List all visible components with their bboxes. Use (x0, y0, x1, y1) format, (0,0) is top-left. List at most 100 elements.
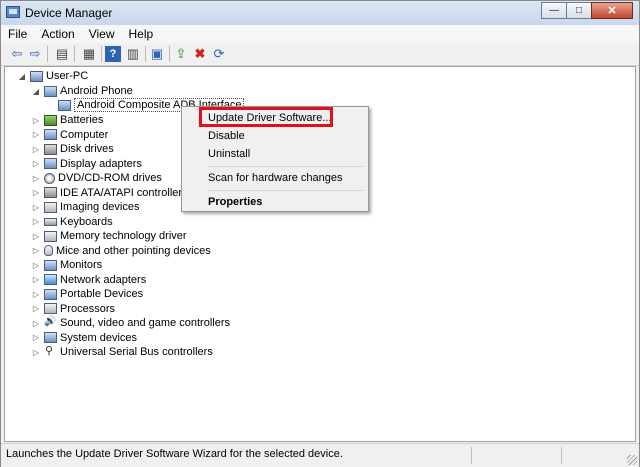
maximize-button[interactable]: □ (566, 2, 592, 19)
tree-node-category[interactable]: ▷ Batteries (31, 113, 104, 127)
tree-node-category[interactable]: ▷ Sound, video and game controllers (31, 316, 230, 330)
tree-label: System devices (60, 331, 138, 344)
menu-disable[interactable]: Disable (208, 130, 245, 142)
expand-icon[interactable]: ▷ (31, 188, 41, 197)
sound-icon (44, 316, 57, 329)
collapse-icon[interactable]: ◢ (31, 87, 41, 96)
tree-label: Display adapters (60, 157, 142, 170)
keyboard-icon (44, 217, 57, 226)
tree-label: Processors (60, 302, 116, 315)
tree-node-category[interactable]: ▷ Network adapters (31, 273, 146, 287)
menu-scan-hardware-changes[interactable]: Scan for hardware changes (208, 172, 343, 184)
expand-icon[interactable]: ▷ (31, 333, 41, 342)
tree-label: IDE ATA/ATAPI controllers (60, 186, 188, 199)
tree-node-category[interactable]: ▷ Mice and other pointing devices (31, 244, 211, 258)
toolbar-separator (169, 46, 170, 62)
tree-label: DVD/CD-ROM drives (58, 172, 162, 184)
tree-node-category[interactable]: ▷ Universal Serial Bus controllers (31, 344, 213, 359)
tree-node-category[interactable]: ▷ Processors (31, 302, 115, 316)
expand-icon[interactable]: ▷ (31, 290, 41, 299)
pc-icon (44, 158, 57, 169)
status-divider (561, 447, 562, 464)
status-text: Launches the Update Driver Software Wiza… (6, 448, 343, 460)
toolbar-separator (74, 46, 75, 62)
expand-icon[interactable]: ▷ (31, 275, 41, 284)
expand-icon[interactable]: ▷ (31, 348, 41, 357)
tree-label: Monitors (60, 259, 103, 271)
menu-separator (208, 166, 364, 167)
expand-icon[interactable]: ▷ (31, 246, 41, 255)
pc-icon (44, 288, 57, 300)
expand-icon[interactable]: ▷ (31, 159, 41, 168)
expand-icon[interactable]: ▷ (31, 232, 41, 241)
tree-node-category[interactable]: ▷ Disk drives (31, 142, 114, 156)
tree-node-category[interactable]: ▷ Computer (31, 128, 108, 142)
forward-icon[interactable]: ⇨ (27, 46, 43, 62)
update-driver-icon[interactable]: ⇪ (173, 46, 189, 62)
computer-icon[interactable]: ▣ (149, 46, 165, 62)
tree-label: Network adapters (60, 273, 147, 286)
tree-label: User-PC (46, 70, 89, 82)
tree-node-category[interactable]: ▷ Keyboards (31, 215, 113, 229)
tree-label: Memory technology driver (60, 230, 187, 242)
help-icon[interactable]: ? (105, 46, 121, 62)
tree-label: Batteries (60, 114, 104, 126)
title-bar[interactable]: Device Manager — □ ✕ (1, 1, 639, 25)
tree-node-category[interactable]: ▷ Display adapters (31, 157, 142, 171)
menu-view[interactable]: View (82, 27, 122, 41)
android-phone-icon (44, 85, 57, 97)
expand-icon[interactable]: ▷ (31, 217, 41, 226)
tree-label: Universal Serial Bus controllers (60, 346, 213, 358)
collapse-icon[interactable]: ◢ (17, 72, 27, 81)
tree-node-category[interactable]: ▷ System devices (31, 331, 137, 345)
adb-device-icon (58, 99, 71, 111)
expand-icon[interactable]: ▷ (31, 261, 41, 270)
tree-label: Sound, video and game controllers (60, 317, 230, 329)
console-tree-icon[interactable]: ▤ (54, 46, 70, 62)
expand-icon[interactable]: ▷ (31, 319, 41, 328)
tree-node-category[interactable]: ▷ Memory technology driver (31, 229, 187, 243)
expand-icon[interactable]: ▷ (31, 203, 41, 212)
expand-icon[interactable]: ▷ (31, 174, 41, 183)
tree-node-root[interactable]: ◢ User-PC (17, 69, 88, 83)
tree-node-android-phone[interactable]: ◢ Android Phone (31, 84, 133, 98)
tree-label: Disk drives (60, 143, 114, 155)
back-icon[interactable]: ⇦ (9, 46, 25, 62)
disk-icon (44, 187, 57, 198)
expand-icon[interactable]: ▷ (31, 130, 41, 139)
status-bar: Launches the Update Driver Software Wiza… (1, 443, 639, 467)
device-list-icon[interactable]: ▥ (125, 46, 141, 62)
expand-icon[interactable]: ▷ (31, 116, 41, 125)
pc-icon (44, 129, 57, 140)
menu-uninstall[interactable]: Uninstall (208, 148, 250, 160)
close-button[interactable]: ✕ (591, 2, 633, 19)
expand-icon[interactable]: ▷ (31, 304, 41, 313)
maximize-icon: □ (575, 5, 583, 16)
tree-node-category[interactable]: ▷ Portable Devices (31, 287, 143, 301)
menu-properties[interactable]: Properties (208, 196, 262, 208)
tree-node-category[interactable]: ▷ IDE ATA/ATAPI controllers (31, 186, 188, 200)
resize-grip[interactable] (627, 455, 637, 465)
tree-node-category[interactable]: ▷ DVD/CD-ROM drives (31, 171, 162, 185)
scan-hardware-icon[interactable]: ⟳ (211, 46, 227, 62)
toolbar: ⇦ ⇨ ▤ ▦ ? ▥ ▣ ⇪ ✖ ⟳ (1, 43, 639, 66)
pc-icon (44, 259, 57, 271)
tree-label: Portable Devices (60, 288, 144, 300)
tree-node-category[interactable]: ▷ Imaging devices (31, 200, 140, 214)
hid-icon (44, 201, 57, 213)
minimize-button[interactable]: — (541, 2, 567, 19)
menu-action[interactable]: Action (34, 27, 81, 41)
net-icon (44, 274, 57, 285)
menu-help[interactable]: Help (122, 27, 161, 41)
tree-label: Computer (60, 128, 109, 141)
window-title: Device Manager (25, 6, 113, 20)
properties-icon[interactable]: ▦ (81, 46, 97, 62)
tree-node-category[interactable]: ▷ Monitors (31, 258, 102, 272)
cdrom-icon (44, 172, 55, 184)
menu-file[interactable]: File (1, 27, 34, 41)
mouse-icon (44, 245, 53, 256)
disk-icon (44, 143, 57, 155)
device-manager-icon (6, 6, 20, 18)
expand-icon[interactable]: ▷ (31, 145, 41, 154)
uninstall-icon[interactable]: ✖ (192, 46, 208, 62)
